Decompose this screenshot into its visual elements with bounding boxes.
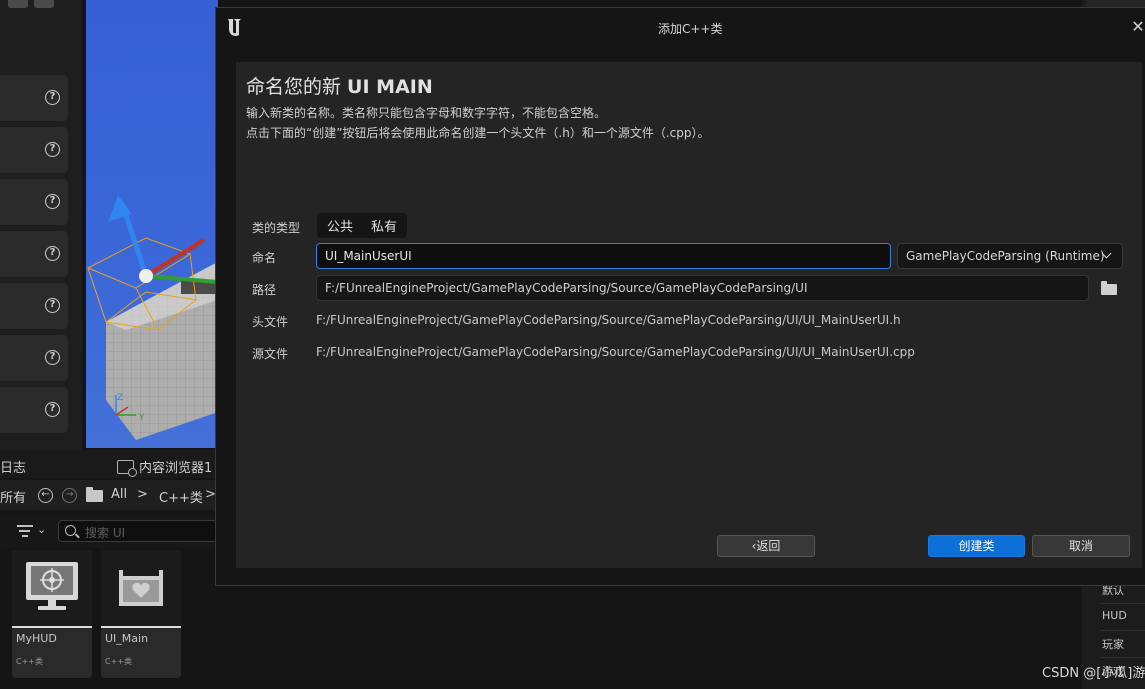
module-select[interactable]: GamePlayCodeParsing (Runtime) [897, 243, 1123, 269]
dialog-title: 添加C++类 [658, 22, 723, 36]
help-icon[interactable]: ? [45, 246, 60, 261]
asset-tile-myhud[interactable]: MyHUD C++类 [12, 550, 92, 678]
hud-icon [26, 562, 78, 610]
dialog-titlebar[interactable]: 添加C++类 ✕ [216, 8, 1145, 48]
class-type-toggle: 公共 私有 [317, 213, 408, 238]
source-file-path: F:/FUnrealEngineProject/GamePlayCodePars… [316, 345, 915, 359]
svg-text:Y: Y [138, 413, 145, 423]
dialog-heading: 命名您的新 UI MAIN [246, 72, 433, 99]
chevron-down-icon[interactable]: ⌄ [37, 523, 46, 536]
details-row[interactable]: ? [0, 127, 68, 173]
dialog-body: 命名您的新 UI MAIN 输入新类的名称。类名称只能包含字母和数字字符，不能包… [236, 62, 1142, 568]
asset-thumbnail [12, 550, 92, 626]
asset-type-bar [101, 626, 181, 628]
help-icon[interactable]: ? [45, 350, 60, 365]
path-label: 路径 [252, 283, 277, 297]
search-placeholder: 搜索 UI [85, 526, 126, 540]
help-icon[interactable]: ? [45, 194, 60, 209]
help-icon[interactable]: ? [45, 298, 60, 313]
right-panel-item[interactable]: HUD [1102, 609, 1145, 622]
tab-content-browser-label: 内容浏览器1 [139, 461, 213, 476]
asset-tile-ui-main[interactable]: UI_Main C++类 [101, 550, 181, 678]
help-icon[interactable]: ? [45, 90, 60, 105]
details-panel: ? ? ? ? ? ? ? [0, 0, 82, 450]
breadcrumb-cpp-classes[interactable]: C++类 [159, 487, 203, 506]
folder-icon[interactable] [86, 487, 103, 502]
filter-bar: ⌄ 搜索 UI [0, 514, 218, 548]
module-select-value: GamePlayCodeParsing (Runtime) [906, 249, 1105, 263]
details-row[interactable]: ? [0, 179, 68, 225]
details-row[interactable]: ? [0, 231, 68, 277]
description-line-2: 点击下面的“创建”按钮后将会使用此命名创建一个头文件（.h）和一个源文件（.cp… [246, 126, 710, 140]
viewport-scene: Z Y [87, 195, 218, 440]
panel-toolbar [8, 0, 54, 8]
content-browser-icon [117, 459, 137, 477]
toolbar-icon[interactable] [8, 0, 28, 8]
asset-name: UI_Main [105, 632, 149, 645]
class-type-private-option[interactable]: 私有 [367, 216, 401, 235]
svg-text:Z: Z [117, 393, 123, 403]
details-row[interactable]: ? [0, 75, 68, 121]
tab-output-log[interactable]: 日志 [0, 457, 26, 476]
user-widget-icon [119, 570, 163, 606]
asset-thumbnail [101, 550, 181, 626]
filter-icon[interactable] [17, 525, 33, 537]
tab-content-browser[interactable]: 内容浏览器1 [117, 457, 213, 477]
create-class-button[interactable]: 创建类 [928, 535, 1025, 557]
help-icon[interactable]: ? [45, 142, 60, 157]
breadcrumb-all[interactable]: All [111, 487, 127, 502]
header-file-path: F:/FUnrealEngineProject/GamePlayCodePars… [316, 313, 901, 327]
add-cpp-class-dialog: 添加C++类 ✕ 命名您的新 UI MAIN 输入新类的名称。类名称只能包含字母… [215, 7, 1145, 586]
bottom-tab-bar: 日志 内容浏览器1 [0, 450, 218, 478]
class-type-label: 类的类型 [252, 221, 301, 235]
heading-prefix: 命名您的新 [246, 76, 348, 98]
breadcrumb-separator-icon[interactable]: > [137, 487, 148, 502]
divider [1100, 630, 1145, 631]
class-name-input[interactable]: UI_MainUserUI [316, 243, 891, 269]
class-type-public-option[interactable]: 公共 [323, 216, 357, 235]
cancel-button[interactable]: 取消 [1032, 535, 1130, 557]
close-icon[interactable]: ✕ [1130, 18, 1145, 38]
path-input[interactable]: F:/FUnrealEngineProject/GamePlayCodePars… [316, 275, 1089, 301]
back-arrow-icon[interactable]: ← [38, 488, 53, 503]
right-panel-item[interactable]: 玩家 [1102, 636, 1145, 652]
watermark: CSDN @[小瓜]游戏 [1042, 666, 1145, 681]
asset-search-input[interactable]: 搜索 UI [58, 520, 218, 542]
save-all-button[interactable]: 所有 [0, 487, 26, 506]
level-viewport[interactable]: Z Y [86, 0, 218, 448]
details-row[interactable]: ? [0, 387, 68, 433]
name-label: 命名 [252, 251, 277, 265]
folder-browse-icon[interactable] [1101, 281, 1117, 295]
header-file-label: 头文件 [252, 315, 289, 329]
details-row[interactable]: ? [0, 335, 68, 381]
content-browser-nav: 所有 ← → All > C++类 > [0, 480, 218, 510]
toolbar-icon[interactable] [34, 0, 54, 8]
details-row[interactable]: ? [0, 283, 68, 329]
divider [1100, 603, 1145, 604]
description-line-1: 输入新类的名称。类名称只能包含字母和数字字符，不能包含空格。 [246, 106, 607, 120]
unreal-logo-icon [228, 19, 241, 36]
asset-type: C++类 [16, 657, 43, 666]
asset-type-bar [12, 626, 92, 628]
divider [1100, 657, 1145, 658]
asset-name: MyHUD [16, 632, 57, 645]
search-icon [65, 525, 76, 536]
heading-class-name: UI MAIN [347, 76, 433, 98]
back-button[interactable]: ‹返回 [717, 535, 815, 557]
asset-type: C++类 [105, 657, 132, 666]
help-icon[interactable]: ? [45, 402, 60, 417]
source-file-label: 源文件 [252, 347, 289, 361]
forward-arrow-icon[interactable]: → [62, 488, 77, 503]
editor-window: ? ? ? ? ? ? ? Z Y 默认 HUD 玩家 游戏 日志 内容浏览器1… [0, 0, 1145, 689]
